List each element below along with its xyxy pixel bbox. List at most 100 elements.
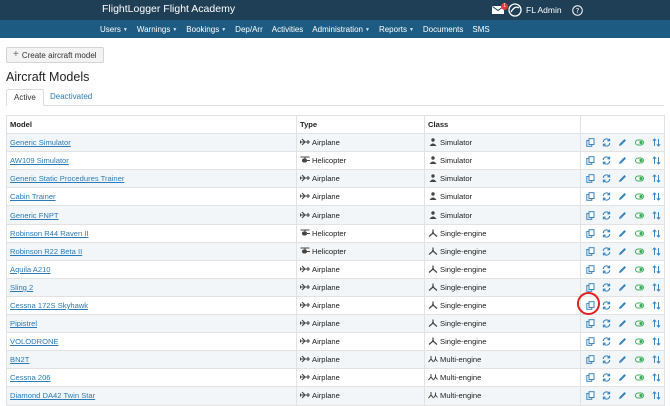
pencil-icon[interactable] (618, 355, 627, 364)
toggle-icon[interactable] (634, 229, 645, 238)
sync-icon[interactable] (602, 174, 611, 183)
nav-item-activities[interactable]: Activities (272, 25, 304, 34)
model-link[interactable]: Aquila A210 (10, 265, 51, 274)
toggle-icon[interactable] (634, 174, 645, 183)
pencil-icon[interactable] (618, 265, 627, 274)
sort-arrows-icon[interactable] (652, 391, 661, 401)
model-link[interactable]: Generic FNPT (10, 211, 59, 220)
copy-icon[interactable] (586, 174, 595, 184)
copy-icon[interactable] (586, 138, 595, 147)
toggle-icon[interactable] (634, 192, 645, 201)
sort-arrows-icon[interactable] (652, 283, 661, 292)
model-link[interactable]: Robinson R22 Beta II (10, 247, 82, 256)
toggle-icon[interactable] (634, 391, 645, 400)
copy-icon[interactable] (586, 192, 595, 202)
copy-icon[interactable] (586, 283, 595, 292)
pencil-icon[interactable] (618, 138, 627, 147)
copy-icon[interactable] (586, 246, 595, 256)
app-title[interactable]: FlightLogger Flight Academy (102, 3, 235, 15)
help-icon[interactable]: ? (571, 4, 583, 16)
pencil-icon[interactable] (618, 373, 627, 382)
toggle-icon[interactable] (634, 247, 645, 256)
user-menu[interactable]: FL Admin (526, 5, 562, 15)
pencil-icon[interactable] (618, 283, 627, 292)
model-link[interactable]: Generic Static Procedures Trainer (10, 174, 124, 183)
sort-arrows-icon[interactable] (652, 156, 661, 165)
sync-icon[interactable] (602, 283, 611, 292)
copy-icon[interactable] (586, 373, 595, 383)
pencil-icon[interactable] (618, 301, 627, 310)
toggle-icon[interactable] (634, 355, 645, 364)
sync-icon[interactable] (602, 301, 611, 310)
model-link[interactable]: AW109 Simulator (10, 156, 69, 165)
nav-item-bookings[interactable]: Bookings ▼ (186, 25, 226, 34)
model-link[interactable]: Robinson R44 Raven II (10, 229, 89, 238)
tab-deactivated[interactable]: Deactivated (43, 89, 99, 106)
sync-icon[interactable] (602, 138, 611, 147)
model-link[interactable]: Cessna 172S Skyhawk (10, 301, 88, 310)
toggle-icon[interactable] (634, 337, 645, 346)
toggle-icon[interactable] (634, 138, 645, 147)
sync-icon[interactable] (602, 337, 611, 346)
sort-arrows-icon[interactable] (652, 138, 661, 147)
sync-icon[interactable] (602, 192, 611, 202)
nav-item-documents[interactable]: Documents (423, 25, 463, 34)
sort-arrows-icon[interactable] (652, 301, 661, 310)
pencil-icon[interactable] (618, 211, 627, 220)
sync-icon[interactable] (602, 229, 611, 238)
sort-arrows-icon[interactable] (652, 355, 661, 364)
copy-icon[interactable] (586, 156, 595, 166)
toggle-icon[interactable] (634, 265, 645, 274)
sort-arrows-icon[interactable] (652, 265, 661, 274)
sort-arrows-icon[interactable] (652, 319, 661, 328)
copy-icon[interactable] (586, 355, 595, 365)
toggle-icon[interactable] (634, 301, 645, 310)
toggle-icon[interactable] (634, 211, 645, 220)
sort-arrows-icon[interactable] (652, 210, 661, 220)
copy-icon[interactable] (586, 337, 595, 346)
sync-icon[interactable] (602, 247, 611, 256)
nav-item-reports[interactable]: Reports ▼ (379, 25, 414, 34)
nav-item-sms[interactable]: SMS (472, 25, 489, 34)
nav-item-warnings[interactable]: Warnings ▼ (137, 25, 177, 34)
toggle-icon[interactable] (634, 156, 645, 165)
model-link[interactable]: Cabin Trainer (10, 192, 56, 201)
model-link[interactable]: VOLODRONE (10, 337, 59, 346)
pencil-icon[interactable] (618, 192, 627, 201)
sync-icon[interactable] (602, 265, 611, 274)
copy-icon[interactable] (586, 210, 595, 220)
pencil-icon[interactable] (618, 156, 627, 165)
sort-arrows-icon[interactable] (652, 373, 661, 383)
nav-item-administration[interactable]: Administration ▼ (312, 25, 370, 34)
model-link[interactable]: Pipistrel (10, 319, 37, 328)
sync-icon[interactable] (602, 156, 611, 165)
sync-icon[interactable] (602, 210, 611, 220)
mail-icon[interactable]: 1 (492, 3, 508, 14)
model-link[interactable]: Cessna 206 (10, 373, 51, 382)
model-link[interactable]: BN2T (10, 355, 29, 364)
pencil-icon[interactable] (618, 391, 627, 400)
pencil-icon[interactable] (618, 337, 627, 346)
sync-icon[interactable] (602, 391, 611, 401)
tab-active[interactable]: Active (6, 89, 44, 106)
sync-icon[interactable] (602, 319, 611, 328)
copy-icon[interactable] (586, 391, 595, 401)
sync-icon[interactable] (602, 355, 611, 364)
sort-arrows-icon[interactable] (652, 228, 661, 238)
toggle-icon[interactable] (634, 373, 645, 382)
sort-arrows-icon[interactable] (652, 246, 661, 256)
pencil-icon[interactable] (618, 319, 627, 328)
sort-arrows-icon[interactable] (652, 174, 661, 184)
sort-arrows-icon[interactable] (652, 337, 661, 346)
sort-arrows-icon[interactable] (652, 192, 661, 202)
create-aircraft-model-button[interactable]: + Create aircraft model (6, 47, 104, 63)
model-link[interactable]: Sling 2 (10, 283, 33, 292)
pencil-icon[interactable] (618, 229, 627, 238)
sync-icon[interactable] (602, 373, 611, 382)
copy-icon[interactable] (586, 301, 595, 310)
nav-item-users[interactable]: Users ▼ (100, 25, 128, 34)
toggle-icon[interactable] (634, 283, 645, 292)
copy-icon[interactable] (586, 228, 595, 238)
toggle-icon[interactable] (634, 319, 645, 328)
pencil-icon[interactable] (618, 247, 627, 256)
